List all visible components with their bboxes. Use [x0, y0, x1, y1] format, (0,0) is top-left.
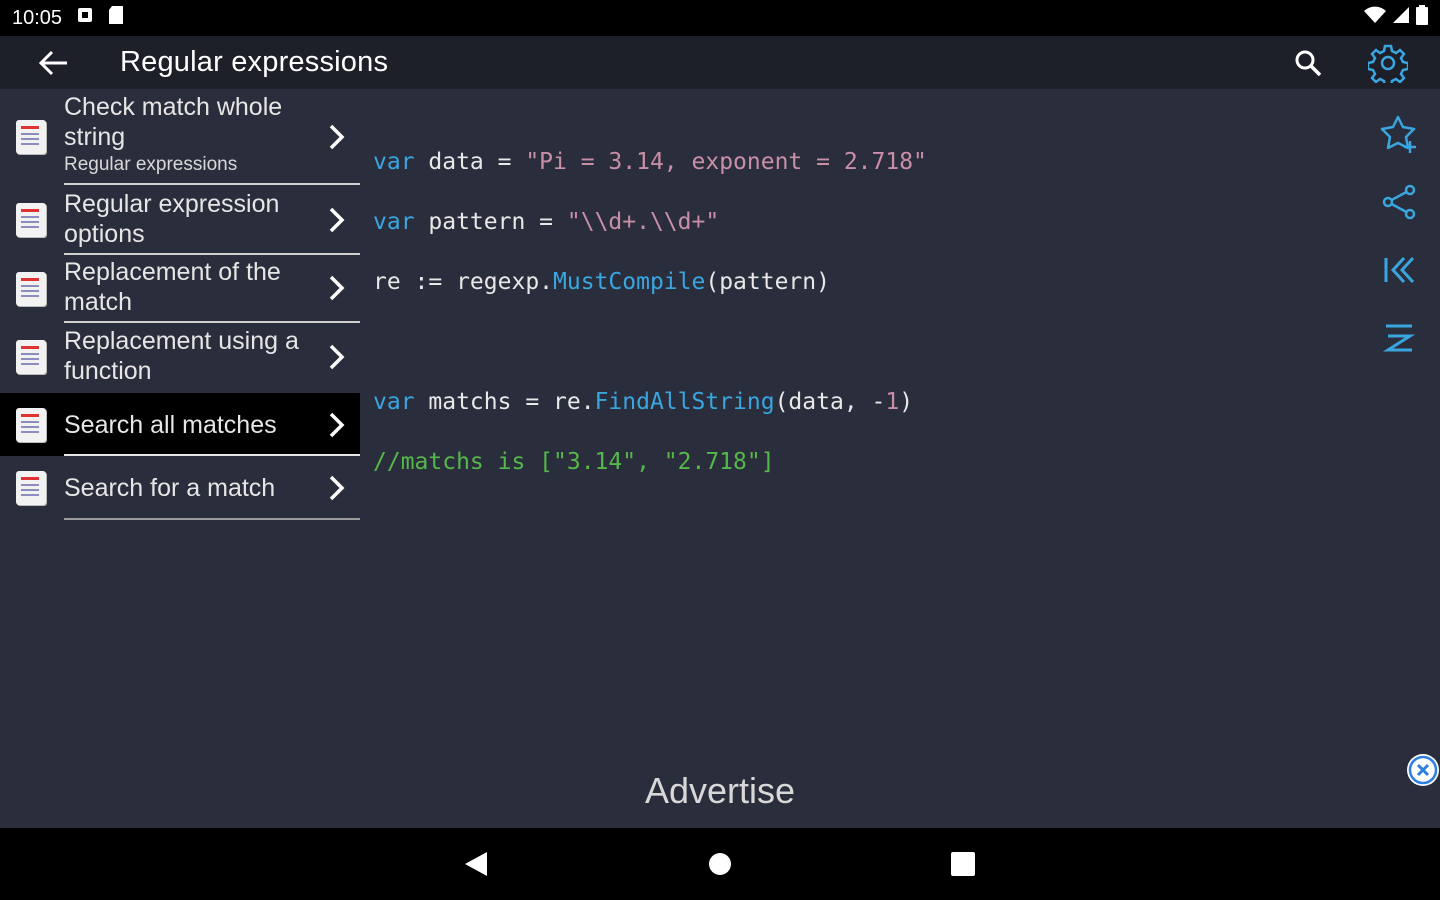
- chevron-right-icon: [324, 342, 350, 372]
- settings-button[interactable]: [1358, 36, 1418, 89]
- chevron-right-icon: [324, 473, 350, 503]
- code-line: var data = "Pi = 3.14, exponent = 2.718": [373, 147, 927, 177]
- list-item-replacement-function[interactable]: Replacement using a function: [0, 323, 360, 393]
- advertise-banner[interactable]: Advertise: [0, 770, 1440, 812]
- list-item-label: Search all matches: [64, 411, 277, 439]
- notification-icon: [76, 6, 94, 30]
- document-icon: [16, 471, 46, 505]
- nav-recents-button[interactable]: [927, 828, 999, 900]
- code-text: ): [899, 389, 914, 415]
- code-comment: //matchs is ["3.14", "2.718"]: [373, 449, 775, 475]
- list-item-check-match[interactable]: Check match whole string Regular express…: [0, 89, 360, 185]
- arrow-left-icon: [39, 50, 67, 75]
- navigation-bar: [0, 828, 1440, 900]
- list-item-subtitle: Regular expressions: [64, 154, 238, 175]
- code-keyword: var: [373, 389, 415, 415]
- sd-card-icon: [108, 5, 124, 31]
- document-icon: [16, 408, 46, 442]
- back-button[interactable]: [26, 36, 82, 89]
- document-icon: [16, 120, 46, 154]
- code-string: "\\d+.\\d+": [566, 209, 720, 235]
- triangle-back-icon: [465, 852, 487, 876]
- code-line: re := regexp.MustCompile(pattern): [373, 267, 927, 297]
- document-icon: [16, 203, 46, 237]
- list-item-label: Replacement of the match: [64, 258, 281, 316]
- page-title: Regular expressions: [120, 46, 389, 78]
- code-string: "Pi = 3.14, exponent = 2.718": [525, 149, 927, 175]
- favorite-button[interactable]: [1370, 100, 1428, 168]
- code-function: MustCompile: [553, 269, 706, 295]
- list-item-label: Replacement using a function: [64, 327, 299, 385]
- square-recents-icon: [951, 852, 975, 876]
- chevron-right-icon: [324, 122, 350, 152]
- last-item-button[interactable]: [1370, 304, 1428, 372]
- code-text: re := regexp.: [373, 269, 554, 295]
- star-add-icon: [1380, 115, 1416, 153]
- chevron-right-icon: [324, 410, 350, 440]
- share-button[interactable]: [1370, 168, 1428, 236]
- document-icon: [16, 340, 46, 374]
- circle-home-icon: [709, 853, 731, 875]
- code-keyword: var: [373, 149, 415, 175]
- search-button[interactable]: [1278, 36, 1338, 89]
- status-bar: 10:05: [0, 0, 1440, 36]
- chevron-right-icon: [324, 273, 350, 303]
- code-line: //matchs is ["3.14", "2.718"]: [373, 447, 927, 477]
- list-item-label: Check match whole string: [64, 93, 283, 151]
- signal-icon: [1392, 6, 1410, 30]
- code-number: 1: [885, 389, 900, 415]
- code-text: matchs = re.: [414, 389, 595, 415]
- battery-icon: [1416, 5, 1428, 31]
- topic-list: Check match whole string Regular express…: [0, 89, 360, 520]
- code-function: FindAllString: [594, 389, 775, 415]
- list-item-replacement-match[interactable]: Replacement of the match: [0, 255, 360, 323]
- search-icon: [1295, 50, 1322, 76]
- document-icon: [16, 272, 46, 306]
- close-icon: [1408, 755, 1438, 785]
- list-item-label: Search for a match: [64, 474, 276, 502]
- first-item-button[interactable]: [1370, 236, 1428, 304]
- ad-close-button[interactable]: [1407, 754, 1439, 786]
- nav-home-button[interactable]: [684, 828, 756, 900]
- skip-last-icon: [1383, 324, 1415, 352]
- code-view: var data = "Pi = 3.14, exponent = 2.718"…: [373, 117, 927, 507]
- list-item-search-match[interactable]: Search for a match: [0, 456, 360, 520]
- list-item-search-all-matches[interactable]: Search all matches: [0, 393, 360, 456]
- skip-first-icon: [1384, 256, 1415, 284]
- code-line: var pattern = "\\d+.\\d+": [373, 207, 927, 237]
- code-text: pattern =: [414, 209, 567, 235]
- code-text: data =: [414, 149, 526, 175]
- code-text: (data, -: [774, 389, 886, 415]
- code-text: (pattern): [705, 269, 830, 295]
- list-item-label: Regular expression options: [64, 190, 280, 248]
- nav-back-button[interactable]: [440, 828, 512, 900]
- chevron-right-icon: [324, 205, 350, 235]
- divider: [64, 518, 360, 520]
- right-toolbar: [1370, 100, 1428, 372]
- gear-icon: [1368, 44, 1408, 83]
- wifi-icon: [1364, 6, 1386, 30]
- code-line: var matchs = re.FindAllString(data, -1): [373, 387, 927, 417]
- app-bar: Regular expressions: [0, 36, 1440, 89]
- status-time: 10:05: [12, 6, 63, 29]
- code-keyword: var: [373, 209, 415, 235]
- list-item-regex-options[interactable]: Regular expression options: [0, 185, 360, 255]
- share-icon: [1382, 184, 1416, 220]
